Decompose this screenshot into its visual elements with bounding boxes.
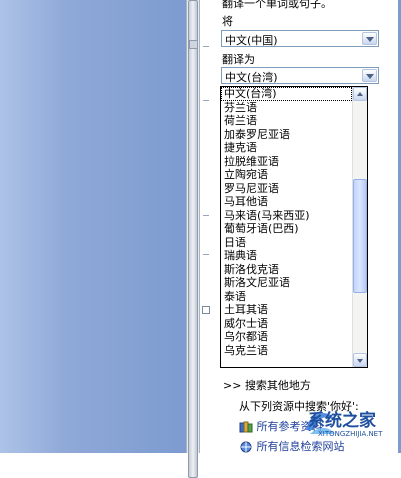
language-option[interactable]: 斯洛伐克语 — [221, 263, 352, 277]
to-label: 翻译为 — [222, 53, 255, 66]
scroll-down-icon[interactable] — [353, 353, 367, 367]
language-option[interactable]: 荷兰语 — [221, 114, 352, 128]
language-option[interactable]: 加泰罗尼亚语 — [221, 128, 352, 142]
language-option[interactable]: 威尔士语 — [221, 317, 352, 331]
chevron-down-icon[interactable] — [362, 32, 377, 45]
splitter-tick — [203, 254, 209, 255]
to-language-select[interactable]: 中文(台湾) — [221, 67, 379, 84]
to-language-dropdown-list[interactable]: 中文(台湾) 芬兰语 荷兰语 加泰罗尼亚语 捷克语 拉脱维亚语 立陶宛语 罗马尼亚语 马耳他语马… — [220, 86, 368, 368]
language-option[interactable]: 捷克语 — [221, 141, 352, 155]
watermark-url: XITONGZHIJIA.NET — [318, 430, 383, 438]
language-option[interactable]: 马耳他语 — [221, 195, 352, 209]
language-options-list: 中文(台湾) 芬兰语 荷兰语 加泰罗尼亚语 捷克语 拉脱维亚语 立陶宛语 罗马尼亚语 马耳他语马… — [221, 87, 352, 357]
scroll-mark-icon — [189, 40, 198, 49]
language-option[interactable]: 立陶宛语 — [221, 168, 352, 182]
collapse-box-icon[interactable] — [202, 306, 210, 314]
site-watermark: 系统之家 XITONGZHIJIA.NET — [300, 400, 400, 450]
watermark-text: 系统之家 — [308, 411, 376, 431]
scroll-up-icon[interactable] — [353, 87, 367, 101]
globe-icon — [240, 441, 252, 453]
dropdown-scrollbar[interactable] — [352, 87, 367, 367]
language-option[interactable]: 拉脱维亚语 — [221, 155, 352, 169]
language-option[interactable]: 斯洛文尼亚语 — [221, 276, 352, 290]
dropdown-scroll-thumb[interactable] — [353, 179, 367, 293]
language-option[interactable]: 土耳其语 — [221, 303, 352, 317]
intro-text: 翻译一个单词或句子。 — [222, 0, 332, 10]
language-option[interactable]: 乌尔都语 — [221, 330, 352, 344]
language-option[interactable]: 马来语(马来西亚) — [221, 209, 352, 223]
splitter-tick — [203, 100, 209, 101]
from-label: 将 — [222, 15, 233, 28]
double-chevron-right-icon: >> — [223, 379, 242, 392]
from-language-select[interactable]: 中文(中国) — [221, 30, 379, 47]
language-option[interactable]: 泰语 — [221, 290, 352, 304]
language-option[interactable]: 罗马尼亚语 — [221, 182, 352, 196]
document-scroll-thumb[interactable] — [188, 0, 198, 478]
language-option[interactable]: 乌克兰语 — [221, 344, 352, 358]
language-option[interactable]: 瑞典语 — [221, 249, 352, 263]
language-option[interactable]: 日语 — [221, 236, 352, 250]
document-background — [0, 0, 187, 453]
search-other-label: 搜索其他地方 — [244, 379, 311, 392]
search-other-link[interactable]: >> 搜索其他地方 — [223, 377, 311, 393]
document-vertical-scrollbar[interactable] — [186, 0, 200, 478]
from-language-value: 中文(中国) — [225, 34, 278, 47]
books-icon — [239, 421, 253, 433]
pane-splitter[interactable] — [200, 0, 212, 453]
chevron-down-icon[interactable] — [362, 69, 377, 82]
to-language-value: 中文(台湾) — [225, 71, 278, 84]
splitter-tick — [203, 46, 209, 47]
language-option-selected[interactable]: 中文(台湾) — [221, 87, 352, 101]
language-option[interactable]: 葡萄牙语(巴西) — [221, 222, 352, 236]
splitter-tick — [203, 215, 209, 216]
language-option[interactable]: 芬兰语 — [221, 101, 352, 115]
